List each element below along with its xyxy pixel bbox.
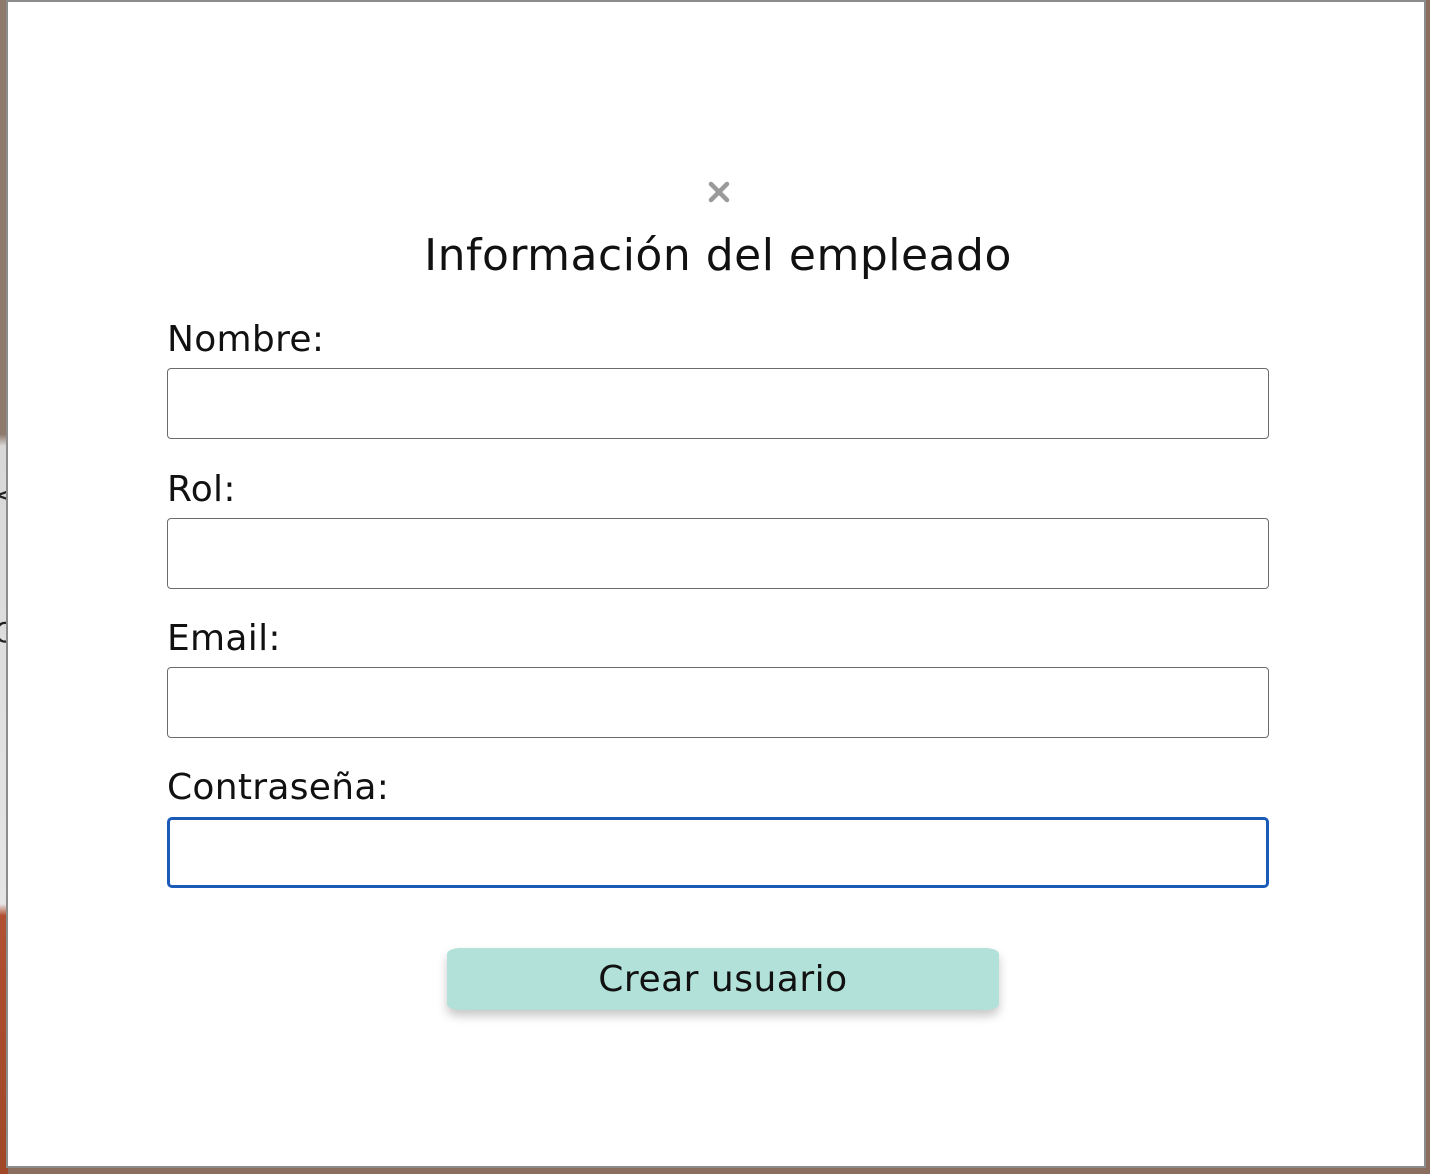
email-label: Email: <box>167 618 281 659</box>
create-user-button[interactable]: Crear usuario <box>447 948 999 1010</box>
nombre-label: Nombre: <box>167 319 325 360</box>
employee-info-modal: Información del empleado Nombre: Rol: Em… <box>6 0 1426 1168</box>
password-input[interactable] <box>167 817 1269 888</box>
rol-label: Rol: <box>167 469 236 510</box>
close-button[interactable] <box>703 174 735 210</box>
modal-title: Información del empleado <box>424 230 1012 281</box>
nombre-input[interactable] <box>167 368 1269 439</box>
close-x-icon <box>708 181 730 203</box>
email-input[interactable] <box>167 667 1269 738</box>
rol-input[interactable] <box>167 518 1269 589</box>
background-partial-glyph: I <box>0 730 2 763</box>
password-label: Contraseña: <box>167 767 390 808</box>
